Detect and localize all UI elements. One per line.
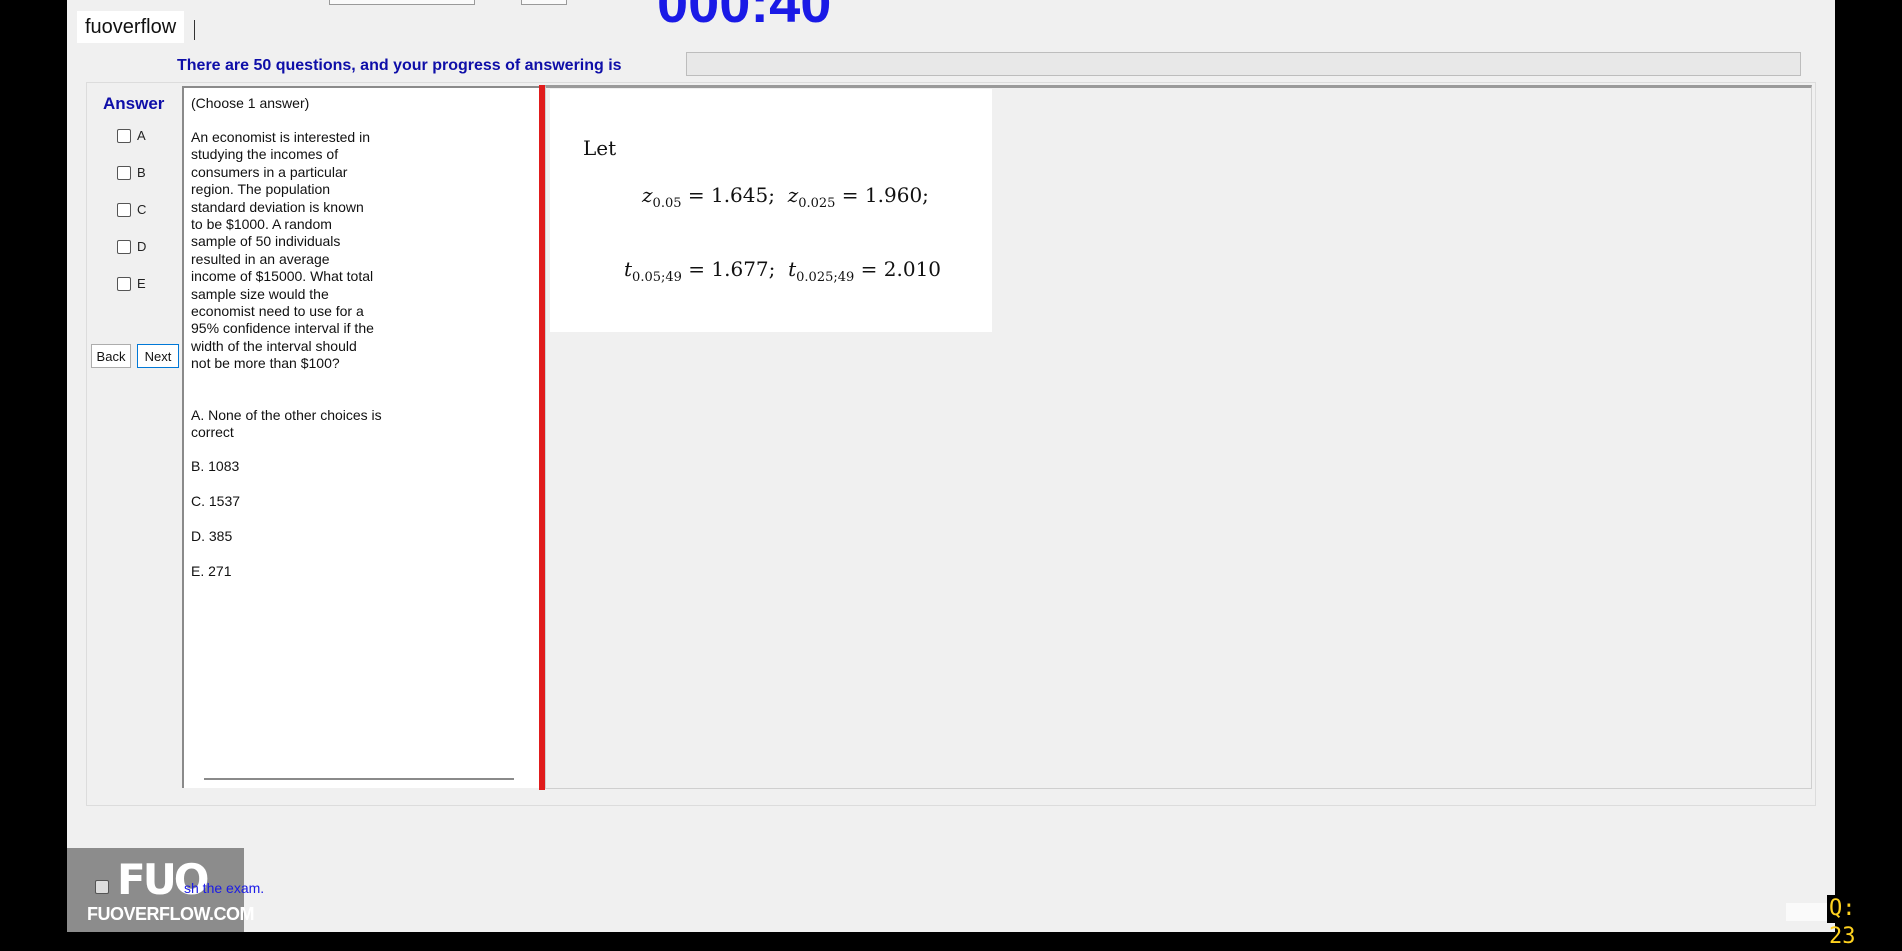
question-text-line: consumers in a particular [191,163,348,180]
question-text-line: width of the interval should [191,337,357,354]
question-text-line: sample of 50 individuals [191,233,341,250]
formula-value: = 1.677; [681,257,789,281]
question-number-badge: Q: 23 [1827,895,1858,949]
question-text-line: not be more than $100? [191,355,340,372]
formula-value: = 1.645; [681,183,788,207]
question-text-line: studying the incomes of [191,146,339,163]
badge-background [1786,903,1831,921]
answer-option-d[interactable]: D [117,239,146,254]
text-caret [194,20,195,40]
answer-checkbox[interactable] [117,202,131,217]
logo-text: FUOVERFLOW.COM [87,904,255,924]
choice-item: A. None of the other choices is correct [191,407,382,441]
back-button[interactable]: Back [91,344,131,368]
choice-item: B. 1083 [191,458,240,474]
formula-variable: t [624,257,633,281]
formula-subscript: 0.05;49 [632,270,682,285]
answer-checkbox[interactable] [117,276,131,291]
finish-label: sh the exam. [184,880,265,896]
answer-option-label: A [137,128,146,143]
progress-bar [686,52,1801,76]
top-input-partial[interactable] [329,0,475,5]
choice-item: E. 271 [191,563,232,579]
brand-tag: fuoverflow [77,11,185,43]
formula-image: Let z0.05 = 1.645; z0.025 = 1.960; t0.05… [550,89,992,332]
question-text-line: economist need to use for a [191,303,364,320]
answer-option-a[interactable]: A [117,128,146,143]
formula-variable: z [642,183,653,207]
panel-divider[interactable] [539,85,545,790]
top-button-partial[interactable] [521,0,567,5]
question-text-line: income of $15000. What total [191,268,374,285]
horizontal-scrollbar[interactable] [204,778,514,780]
question-text-line: An economist is interested in [191,129,370,145]
answer-option-label: C [137,202,147,217]
exam-timer: 000:40 [657,0,832,34]
question-text-line: to be $1000. A random [191,216,332,233]
question-text-line: sample size would the [191,285,329,302]
question-instruction: (Choose 1 answer) [191,95,310,111]
exam-window: fuoverflow 000:40 There are 50 questions… [67,0,1858,949]
answer-option-e[interactable]: E [117,276,146,291]
formula-variable: z [787,183,799,207]
answer-checkbox[interactable] [117,239,131,254]
formula-subscript: 0.025;49 [796,270,855,285]
question-text-line: standard deviation is known [191,198,364,215]
choice-item: D. 385 [191,528,233,544]
question-text-line: region. The population [191,181,331,198]
formula-value: = 2.010 [854,257,942,281]
formula-subscript: 0.05 [652,196,682,211]
formula-value: = 1.960; [835,183,929,207]
answer-option-c[interactable]: C [117,202,146,217]
answer-option-label: B [137,165,146,180]
choice-item: C. 1537 [191,493,241,509]
answer-checkbox[interactable] [117,165,131,180]
formula-line-z: z0.05 = 1.645; z0.025 = 1.960; [642,183,929,211]
answer-label: Answer [103,94,165,113]
next-button[interactable]: Next [137,344,179,368]
answer-option-label: E [137,276,146,291]
progress-label: There are 50 questions, and your progres… [177,57,622,74]
formula-line-t: t0.05;49 = 1.677; t0.025;49 = 2.010 [624,257,941,285]
answer-checkbox[interactable] [117,128,131,143]
formula-subscript: 0.025 [798,196,836,211]
formula-variable: t [788,257,797,281]
question-text: An economist is interested in studying th… [191,129,396,373]
finish-checkbox[interactable] [95,880,109,894]
question-panel[interactable]: (Choose 1 answer) An economist is intere… [182,86,539,788]
question-text-line: resulted in an average [191,250,330,267]
formula-let: Let [583,136,617,160]
question-text-line: 95% confidence interval if the [191,320,374,337]
answer-option-label: D [137,239,147,254]
answer-option-b[interactable]: B [117,165,146,180]
